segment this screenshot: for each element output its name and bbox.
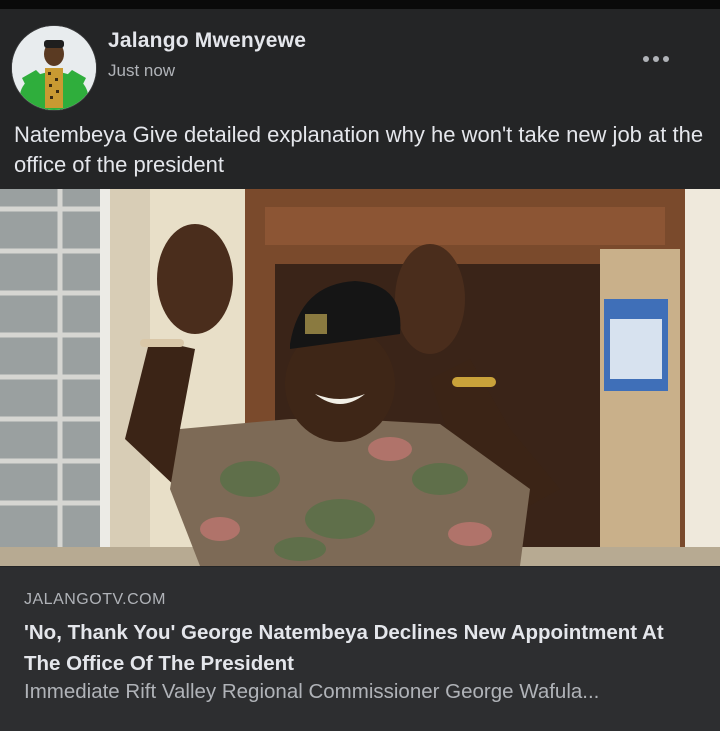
more-horizontal-icon [643,56,649,62]
link-headline: 'No, Thank You' George Natembeya Decline… [24,621,664,675]
more-horizontal-icon-dot [653,56,659,62]
link-domain: JALANGOTV.COM [24,591,166,608]
avatar-image [12,26,96,110]
post-timestamp[interactable]: Just now [108,61,175,81]
more-options-button[interactable] [636,47,676,71]
post-header: Jalango Mwenyewe Just now [0,9,720,117]
post-photo[interactable] [0,189,720,566]
link-preview-card[interactable]: JALANGOTV.COM 'No, Thank You' George Nat… [0,567,720,731]
avatar[interactable] [12,26,96,110]
post-text: Natembeya Give detailed explanation why … [14,122,704,177]
post-photo-illustration [0,189,720,566]
author-name[interactable]: Jalango Mwenyewe [108,29,306,53]
status-bar-strip [0,0,720,9]
more-horizontal-icon-dot [663,56,669,62]
link-description: Immediate Rift Valley Regional Commissio… [24,680,600,703]
